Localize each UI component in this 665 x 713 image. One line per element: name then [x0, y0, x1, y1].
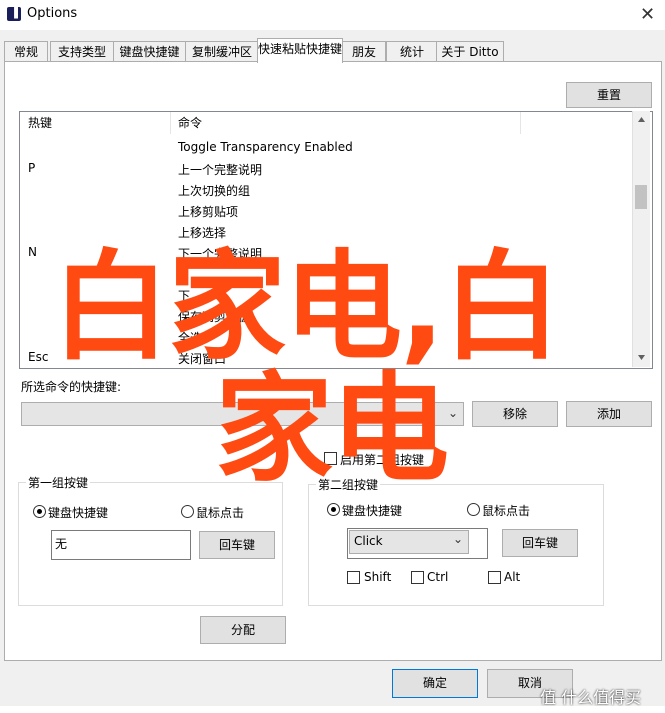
- add-button[interactable]: 添加: [566, 401, 652, 427]
- group1-enter-button[interactable]: 回车键: [199, 531, 275, 559]
- table-row-key[interactable]: Esc: [28, 350, 48, 364]
- column-separator: [170, 112, 171, 134]
- tab-quick-paste-shortcuts[interactable]: 快速粘贴快捷键: [257, 38, 343, 63]
- scroll-up-icon: [638, 117, 645, 122]
- ctrl-label: Ctrl: [427, 570, 449, 584]
- watermark-corner: 值 什么值得买: [540, 688, 642, 707]
- scrollbar-graphics: [635, 117, 647, 360]
- chevron-down-icon: ⌄: [448, 406, 459, 420]
- remove-button[interactable]: 移除: [472, 401, 558, 427]
- group2-mouse-radio[interactable]: [467, 503, 480, 516]
- assign-button[interactable]: 分配: [200, 616, 286, 644]
- app-icon: ▐: [7, 7, 21, 21]
- tab-general[interactable]: 常规: [4, 41, 48, 62]
- group1-title: 第一组按键: [26, 474, 91, 491]
- scroll-down-icon: [638, 355, 645, 360]
- column-header-hotkey[interactable]: 热键: [28, 112, 52, 134]
- table-scrollbar[interactable]: [632, 111, 650, 367]
- shift-checkbox[interactable]: [347, 571, 360, 584]
- watermark-line1: 白家电,白: [52, 238, 561, 376]
- alt-checkbox[interactable]: [488, 571, 501, 584]
- group2-hotkey-field: Click ⌄: [347, 528, 488, 559]
- group2-mouse-label: 鼠标点击: [482, 504, 531, 518]
- group1-mouse-label: 鼠标点击: [196, 506, 245, 520]
- group1-hotkey-input[interactable]: 无: [51, 530, 191, 560]
- alt-label: Alt: [504, 570, 521, 584]
- tab-supported-types[interactable]: 支持类型: [50, 41, 114, 62]
- title-bar: [0, 0, 665, 30]
- table-row-key[interactable]: N: [28, 245, 37, 259]
- column-separator: [520, 112, 521, 134]
- watermark-line2: 家电: [215, 360, 449, 498]
- group2-keyboard-radio[interactable]: [327, 503, 340, 516]
- bottom-strip: [0, 706, 665, 713]
- group2-click-select[interactable]: Click ⌄: [349, 530, 469, 554]
- group2-keyboard-label: 键盘快捷键: [342, 504, 403, 518]
- table-row-cmd[interactable]: 上次切换的组: [178, 182, 250, 199]
- group1-keyboard-label: 键盘快捷键: [48, 506, 109, 520]
- shift-label: Shift: [364, 570, 392, 584]
- table-row-cmd[interactable]: 上一个完整说明: [178, 161, 262, 178]
- group2-click-value: Click: [354, 534, 383, 548]
- group1-mouse-radio[interactable]: [181, 505, 194, 518]
- reset-button[interactable]: 重置: [566, 82, 652, 108]
- close-icon[interactable]: ✕: [630, 0, 665, 30]
- tab-about[interactable]: 关于 Ditto: [436, 41, 504, 62]
- group1-keyboard-radio[interactable]: [33, 505, 46, 518]
- table-row-cmd[interactable]: Toggle Transparency Enabled: [178, 140, 353, 154]
- selected-command-label: 所选命令的快捷键:: [21, 380, 122, 394]
- column-header-command[interactable]: 命令: [178, 112, 202, 134]
- group1-hotkey-value: 无: [55, 537, 68, 551]
- tab-keyboard-shortcuts[interactable]: 键盘快捷键: [113, 41, 186, 62]
- tab-friends[interactable]: 朋友: [342, 41, 386, 62]
- chevron-down-icon: ⌄: [453, 532, 464, 546]
- table-row-cmd[interactable]: 上移剪贴项: [178, 203, 238, 220]
- window-title: Options: [27, 6, 78, 21]
- table-row-key[interactable]: P: [28, 161, 35, 175]
- tab-stats[interactable]: 统计: [386, 41, 438, 62]
- scroll-thumb: [635, 185, 647, 209]
- tab-copy-buffers[interactable]: 复制缓冲区: [185, 41, 259, 62]
- group2-enter-button[interactable]: 回车键: [502, 529, 578, 557]
- ctrl-checkbox[interactable]: [411, 571, 424, 584]
- ok-button[interactable]: 确定: [392, 669, 478, 698]
